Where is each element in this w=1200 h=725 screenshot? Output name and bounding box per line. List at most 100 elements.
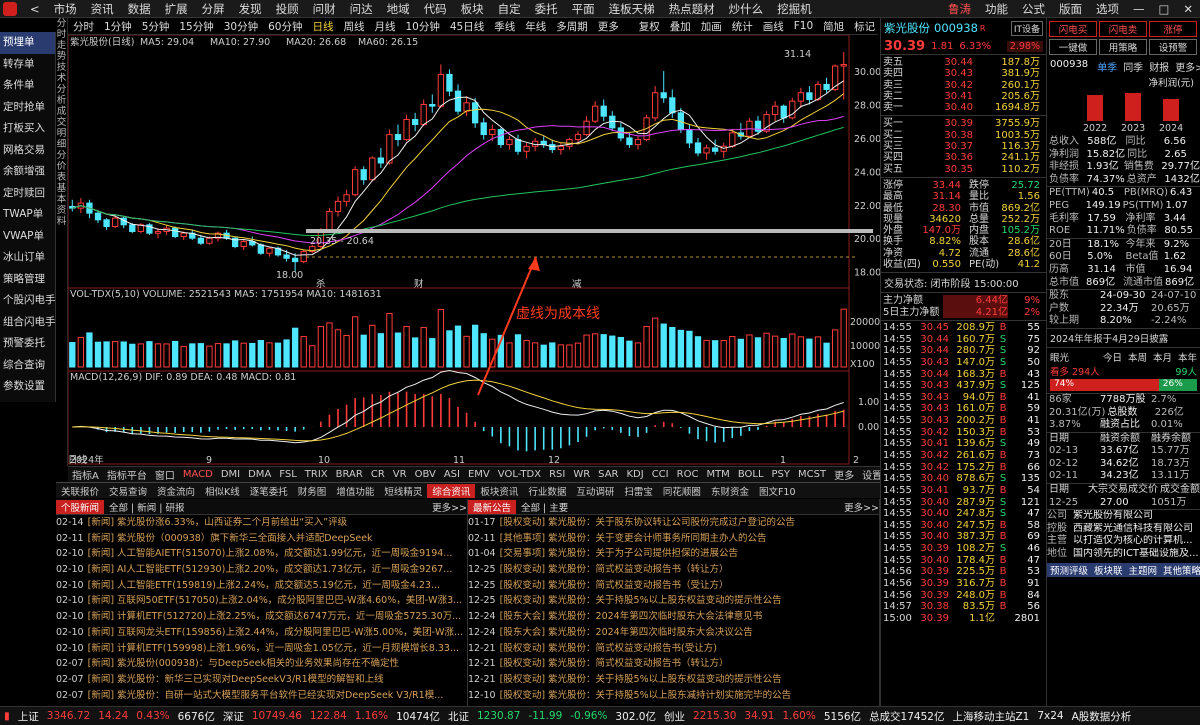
leftnav-item[interactable]: 打板买入 bbox=[0, 118, 55, 140]
footer-tab[interactable]: 板块联 bbox=[1091, 563, 1126, 577]
info-tab[interactable]: 综合资讯 bbox=[427, 483, 476, 498]
chart-tool[interactable]: 统计 bbox=[727, 19, 758, 34]
chart-tool[interactable]: 叠加 bbox=[665, 19, 696, 34]
leftnav-item[interactable]: 预埋单 bbox=[0, 32, 55, 54]
info-tab[interactable]: 扫雷宝 bbox=[619, 484, 658, 498]
announce-more-link[interactable]: 更多>> bbox=[844, 500, 879, 514]
news-more-link[interactable]: 更多>> bbox=[432, 500, 467, 514]
opinion-month[interactable]: 本月 bbox=[1153, 350, 1172, 364]
period-tab[interactable]: 10分钟 bbox=[401, 19, 445, 34]
quick-button[interactable]: 设预警 bbox=[1149, 39, 1197, 55]
quick-button[interactable]: 一键做 bbox=[1049, 39, 1097, 55]
footer-tab[interactable]: 预测评级 bbox=[1047, 563, 1091, 577]
chart-tool[interactable]: F10 bbox=[789, 20, 818, 32]
menu-item[interactable]: 资讯 bbox=[84, 1, 121, 17]
leftnav-item[interactable]: 组合闪电手 bbox=[0, 312, 56, 334]
leftnav-item[interactable]: VWAP单 bbox=[0, 226, 55, 248]
indicator-tab[interactable]: SAR bbox=[594, 469, 622, 480]
indicator-tab[interactable]: DMI bbox=[217, 469, 244, 480]
menu-item[interactable]: 委托 bbox=[528, 1, 565, 17]
news-row[interactable]: 02-10 [新闻] 互联网50ETF(517050)上涨2.04%，成分股阿里巴… bbox=[56, 593, 467, 609]
menu-item[interactable]: 炒什么 bbox=[722, 1, 771, 17]
menu-item[interactable]: 分屏 bbox=[195, 1, 232, 17]
period-tab[interactable]: 月线 bbox=[370, 19, 401, 34]
chart-tool[interactable]: 简旭 bbox=[818, 19, 849, 34]
menu-item[interactable]: 问财 bbox=[306, 1, 343, 17]
leftnav-item[interactable]: 冰山订单 bbox=[0, 247, 55, 269]
leftnav-item[interactable]: 条件单 bbox=[0, 75, 55, 97]
news-row[interactable]: 02-07 [新闻] 紫光股份(000938)：与DeepSeek相关的业务效果尚… bbox=[56, 656, 467, 672]
footer-tab[interactable]: 主题网 bbox=[1126, 563, 1161, 577]
info-tab[interactable]: 短线精灵 bbox=[379, 484, 427, 498]
book-row[interactable]: 买三 30.37 116.3万 bbox=[883, 141, 1044, 152]
leftnav-item[interactable]: 网格交易 bbox=[0, 140, 55, 162]
back-icon[interactable]: < bbox=[23, 2, 47, 16]
quick-button[interactable]: 用策略 bbox=[1099, 39, 1147, 55]
finance-tab[interactable]: 同季 bbox=[1120, 59, 1146, 74]
leftnav-item[interactable]: 综合查询 bbox=[0, 355, 55, 377]
chart-tool[interactable]: 复权 bbox=[634, 19, 665, 34]
leftnav-item[interactable]: 转存单 bbox=[0, 54, 55, 76]
info-tab[interactable]: 图文F10 bbox=[754, 484, 801, 498]
info-tab[interactable]: 东财资金 bbox=[706, 484, 754, 498]
book-row[interactable]: 买二 30.38 1003.5万 bbox=[883, 130, 1044, 141]
period-tab[interactable]: 多周期 bbox=[551, 19, 593, 34]
indicator-tab[interactable]: MACD bbox=[179, 469, 217, 480]
news-row[interactable]: 12-25 [股权变动] 紫光股份：简式权益变动报告书（受让方） bbox=[468, 578, 879, 594]
menu-item[interactable]: 地域 bbox=[380, 1, 417, 17]
menu-item[interactable]: 投顾 bbox=[269, 1, 306, 17]
period-tab[interactable]: 日线 bbox=[308, 19, 339, 34]
indicator-tab[interactable]: 更多 bbox=[830, 467, 858, 482]
news-row[interactable]: 12-21 [股权变动] 紫光股份：简式权益变动报告书(受让方) bbox=[468, 641, 879, 657]
announce-panel-title[interactable]: 最新公告 bbox=[468, 499, 517, 514]
news-filter-tabs[interactable]: 全部 | 新闻 | 研报 bbox=[109, 500, 184, 514]
maximize-icon[interactable]: □ bbox=[1151, 2, 1176, 16]
quick-button[interactable]: 闪电卖 bbox=[1099, 21, 1147, 37]
indicator-tab[interactable]: MCST bbox=[794, 469, 830, 480]
menu-item[interactable]: 数据 bbox=[121, 1, 158, 17]
indicator-tab[interactable]: VOL-TDX bbox=[494, 469, 545, 480]
leftnav-item[interactable]: TWAP单 bbox=[0, 204, 55, 226]
leftnav-item[interactable]: 定时赎回 bbox=[0, 183, 55, 205]
news-row[interactable]: 02-10 [新闻] 人工智能ETF(159819)上涨2.24%，成交额达5.1… bbox=[56, 578, 467, 594]
indicator-tab[interactable]: KDJ bbox=[622, 469, 647, 480]
chart-tool[interactable]: 加画 bbox=[696, 19, 727, 34]
announce-filter-tabs[interactable]: 全部 | 主要 bbox=[521, 500, 568, 514]
indicator-tab[interactable]: PSY bbox=[768, 469, 795, 480]
minimize-icon[interactable]: — bbox=[1126, 2, 1152, 16]
footer-tab[interactable]: 其他策略 bbox=[1160, 563, 1200, 577]
period-tab[interactable]: 周线 bbox=[339, 19, 370, 34]
period-tab[interactable]: 季线 bbox=[489, 19, 520, 34]
menu-item[interactable]: 发现 bbox=[232, 1, 269, 17]
period-tab[interactable]: 60分钟 bbox=[263, 19, 307, 34]
news-panel-title[interactable]: 个股新闻 bbox=[56, 499, 105, 514]
chart-tool[interactable]: 标记 bbox=[849, 19, 878, 34]
top-right-item[interactable]: 功能 bbox=[978, 1, 1015, 17]
indicator-tab[interactable]: 指标平台 bbox=[103, 467, 151, 482]
book-row[interactable]: 买四 30.36 241.1万 bbox=[883, 152, 1044, 163]
quick-button[interactable]: 闪电买 bbox=[1049, 21, 1097, 37]
indicator-tab[interactable]: VR bbox=[389, 469, 411, 480]
news-row[interactable]: 02-10 [新闻] 人工智能AIETF(515070)上涨2.08%，成交额达1… bbox=[56, 546, 467, 562]
indicator-tab[interactable]: DMA bbox=[244, 469, 275, 480]
opinion-today[interactable]: 今日 bbox=[1103, 350, 1122, 364]
indicator-tab[interactable]: ASI bbox=[440, 469, 464, 480]
close-icon[interactable]: ✕ bbox=[1176, 2, 1200, 16]
book-row[interactable]: 卖三 30.42 260.1万 bbox=[883, 80, 1044, 91]
book-row[interactable]: 买五 30.35 110.2万 bbox=[883, 164, 1044, 175]
menu-item[interactable]: 平面 bbox=[565, 1, 602, 17]
menu-item[interactable]: 代码 bbox=[417, 1, 454, 17]
period-tab[interactable]: 45日线 bbox=[445, 19, 489, 34]
news-row[interactable]: 12-10 [股权变动] 紫光股份：关于持股5%以上股东减持计划实施完毕的公告 bbox=[468, 688, 879, 704]
news-row[interactable]: 02-14 [新闻] 紫光股份涨6.33%，山西证券二个月前给出“买入”评级 bbox=[56, 515, 467, 531]
info-tab[interactable]: 增值功能 bbox=[331, 484, 379, 498]
info-tab[interactable]: 同花顺圈 bbox=[658, 484, 706, 498]
news-row[interactable]: 02-10 [新闻] AI人工智能ETF(512930)上涨2.20%，成交额达1… bbox=[56, 562, 467, 578]
top-right-item[interactable]: 公式 bbox=[1015, 1, 1052, 17]
period-tab[interactable]: 30分钟 bbox=[219, 19, 263, 34]
leftnav-item[interactable]: 预警委托 bbox=[0, 333, 55, 355]
vertical-view-tabs[interactable]: 分时走势 技术分析 成交明细 分价表 基本资料 bbox=[56, 18, 68, 466]
info-tab[interactable]: 关联报价 bbox=[56, 484, 104, 498]
menu-item[interactable]: 扩展 bbox=[158, 1, 195, 17]
info-tab[interactable]: 相似K线 bbox=[200, 484, 245, 498]
